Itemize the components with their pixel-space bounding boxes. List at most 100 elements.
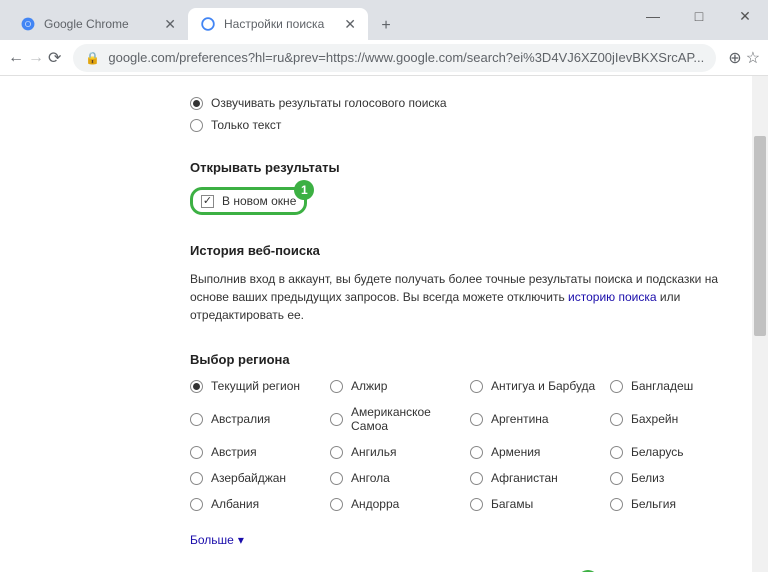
radio-icon <box>190 446 203 459</box>
region-option[interactable]: Американское Самоа <box>330 405 460 433</box>
region-option[interactable]: Антигуа и Барбуда <box>470 379 600 393</box>
radio-icon <box>190 472 203 485</box>
radio-label: Белиз <box>631 471 664 485</box>
region-option[interactable]: Алжир <box>330 379 460 393</box>
url-text: google.com/preferences?hl=ru&prev=https:… <box>108 50 704 65</box>
radio-label: Бельгия <box>631 497 676 511</box>
region-option[interactable]: Австрия <box>190 445 320 459</box>
radio-label: Азербайджан <box>211 471 286 485</box>
radio-label: Армения <box>491 445 540 459</box>
close-window-button[interactable]: ✕ <box>722 0 768 32</box>
radio-label: Бангладеш <box>631 379 693 393</box>
radio-icon <box>190 413 203 426</box>
tab-title: Google Chrome <box>44 17 158 31</box>
radio-label: Афганистан <box>491 471 558 485</box>
forward-button[interactable]: → <box>28 44 44 72</box>
region-option[interactable]: Бахрейн <box>610 405 740 433</box>
radio-label: Озвучивать результаты голосового поиска <box>211 96 447 110</box>
close-icon[interactable]: ✕ <box>344 16 356 33</box>
translate-icon[interactable]: ⊕ <box>728 44 741 72</box>
radio-icon <box>330 380 343 393</box>
region-option[interactable]: Бельгия <box>610 497 740 511</box>
chrome-icon <box>20 16 36 32</box>
radio-label: Американское Самоа <box>351 405 460 433</box>
radio-icon <box>190 498 203 511</box>
radio-icon <box>330 472 343 485</box>
minimize-button[interactable]: — <box>630 0 676 32</box>
radio-icon <box>470 472 483 485</box>
region-option[interactable]: Албания <box>190 497 320 511</box>
history-link[interactable]: историю поиска <box>568 290 657 304</box>
radio-icon <box>330 413 343 426</box>
region-option[interactable]: Беларусь <box>610 445 740 459</box>
region-option[interactable]: Азербайджан <box>190 471 320 485</box>
radio-label: Аргентина <box>491 412 549 426</box>
radio-icon <box>470 413 483 426</box>
tab-chrome[interactable]: Google Chrome ✕ <box>8 8 188 40</box>
back-button[interactable]: ← <box>8 44 24 72</box>
radio-icon <box>610 413 623 426</box>
maximize-button[interactable]: □ <box>676 0 722 32</box>
region-title: Выбор региона <box>190 352 720 367</box>
region-option[interactable]: Андорра <box>330 497 460 511</box>
region-option[interactable]: Армения <box>470 445 600 459</box>
radio-icon <box>610 498 623 511</box>
region-option[interactable]: Ангилья <box>330 445 460 459</box>
radio-label: Текущий регион <box>211 379 300 393</box>
region-option[interactable]: Бангладеш <box>610 379 740 393</box>
lock-icon: 🔒 <box>85 51 100 65</box>
close-icon[interactable]: ✕ <box>164 16 176 33</box>
radio-label: Албания <box>211 497 259 511</box>
radio-icon <box>190 380 203 393</box>
region-option[interactable]: Белиз <box>610 471 740 485</box>
scrollbar[interactable] <box>752 76 768 572</box>
url-bar[interactable]: 🔒 google.com/preferences?hl=ru&prev=http… <box>73 44 716 72</box>
new-tab-button[interactable]: + <box>372 12 400 40</box>
voice-option-text[interactable]: Только текст <box>190 118 720 132</box>
radio-icon <box>330 498 343 511</box>
tab-settings[interactable]: Настройки поиска ✕ <box>188 8 368 40</box>
highlight-new-window: В новом окне 1 <box>190 187 307 215</box>
bookmark-icon[interactable]: ☆ <box>746 44 760 72</box>
radio-icon <box>610 472 623 485</box>
region-option[interactable]: Афганистан <box>470 471 600 485</box>
region-option[interactable]: Багамы <box>470 497 600 511</box>
radio-label: Багамы <box>491 497 533 511</box>
content: Озвучивать результаты голосового поиска … <box>0 76 768 572</box>
radio-label: Ангола <box>351 471 390 485</box>
checkbox-label: В новом окне <box>222 194 296 208</box>
window-controls: — □ ✕ <box>630 0 768 32</box>
new-window-checkbox[interactable]: В новом окне <box>201 194 296 208</box>
region-option[interactable]: Австралия <box>190 405 320 433</box>
history-title: История веб-поиска <box>190 243 720 258</box>
region-option[interactable]: Текущий регион <box>190 379 320 393</box>
radio-label: Алжир <box>351 379 387 393</box>
voice-option-speak[interactable]: Озвучивать результаты голосового поиска <box>190 96 720 110</box>
radio-label: Бахрейн <box>631 412 678 426</box>
radio-label: Австралия <box>211 412 270 426</box>
region-grid: Текущий регион Алжир Антигуа и Барбуда Банг… <box>190 379 720 519</box>
region-option[interactable]: Аргентина <box>470 405 600 433</box>
radio-label: Андорра <box>351 497 399 511</box>
radio-icon <box>470 380 483 393</box>
radio-label: Беларусь <box>631 445 683 459</box>
radio-label: Ангилья <box>351 445 396 459</box>
radio-icon <box>330 446 343 459</box>
scrollbar-thumb[interactable] <box>754 136 766 336</box>
more-regions-link[interactable]: Больше ▾ <box>190 533 244 547</box>
tab-title: Настройки поиска <box>224 17 338 31</box>
toolbar: ← → ⟳ 🔒 google.com/preferences?hl=ru&pre… <box>0 40 768 76</box>
chevron-down-icon: ▾ <box>238 533 244 547</box>
radio-label: Антигуа и Барбуда <box>491 379 595 393</box>
radio-icon <box>470 498 483 511</box>
radio-label: Только текст <box>211 118 281 132</box>
radio-icon <box>190 119 203 132</box>
open-results-title: Открывать результаты <box>190 160 720 175</box>
annotation-badge-1: 1 <box>294 180 314 200</box>
radio-icon <box>470 446 483 459</box>
radio-label: Австрия <box>211 445 257 459</box>
region-option[interactable]: Ангола <box>330 471 460 485</box>
radio-icon <box>610 446 623 459</box>
reload-button[interactable]: ⟳ <box>48 44 61 72</box>
checkbox-icon <box>201 195 214 208</box>
